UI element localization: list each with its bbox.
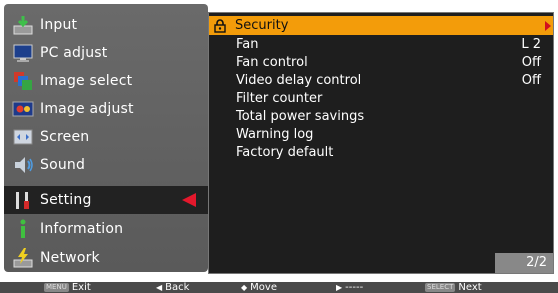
submenu-item-fan[interactable]: Fan L 2 [209,35,553,54]
menu-item-input[interactable]: Input [4,11,208,39]
exit-label: Exit [71,282,91,293]
submenu-item-label: Warning log [236,127,314,142]
move-hint[interactable]: ◆ Move [241,282,277,293]
sound-icon [15,157,33,173]
submenu-item-filter-counter[interactable]: Filter counter [209,89,553,108]
submenu-item-value: Off [521,55,541,70]
exit-hint[interactable]: MENU Exit [44,282,91,293]
left-arrow-icon: ◀ [156,283,163,292]
menu-item-screen[interactable]: Screen [4,123,208,151]
submenu-item-label: Total power savings [236,109,365,124]
submenu-item-security[interactable]: Security [209,16,553,35]
submenu-item-factory-default[interactable]: Factory default [209,143,553,162]
right-label: ----- [345,282,364,293]
menu-item-information[interactable]: Information [4,215,208,243]
select-key-icon: SELECT [425,283,456,292]
submenu-panel: Security Fan L 2 Fan control Off Video d… [208,12,554,274]
network-icon [13,248,33,268]
menu-item-network[interactable]: Network [4,244,208,272]
right-arrow-icon: ▶ [336,283,343,292]
submenu-arrow-icon [545,21,551,31]
menu-item-image-adjust[interactable]: Image adjust [4,95,208,123]
menu-item-label: Image adjust [40,101,134,117]
main-menu: Input PC adjust Image select Image adjus… [4,4,216,272]
submenu-item-value: Off [521,73,541,88]
lock-icon [214,18,226,33]
page-indicator: 2/2 [495,253,553,273]
submenu-item-label: Security [235,18,289,33]
information-icon [20,219,26,238]
submenu-item-label: Factory default [236,145,334,160]
setting-icon [16,192,29,209]
submenu-item-label: Fan control [236,55,308,70]
up-down-arrow-icon: ◆ [241,283,248,292]
submenu-item-total-power-savings[interactable]: Total power savings [209,107,553,126]
menu-item-setting[interactable]: Setting [4,186,216,214]
pc-adjust-icon [13,44,33,62]
menu-item-label: Sound [40,157,86,173]
osd-menu: Input PC adjust Image select Image adjus… [0,0,558,293]
selection-arrow-icon [182,193,196,207]
back-hint[interactable]: ◀ Back [156,282,189,293]
button-guide-bar: MENU Exit ◀ Back ◆ Move ▶ ----- SELECT N… [0,282,558,293]
menu-item-label: Image select [40,73,133,89]
move-label: Move [250,282,277,293]
submenu-item-fan-control[interactable]: Fan control Off [209,53,553,72]
submenu-item-label: Filter counter [236,91,323,106]
menu-item-image-select[interactable]: Image select [4,67,208,95]
submenu-item-label: Video delay control [236,73,362,88]
menu-item-sound[interactable]: Sound [4,151,208,179]
menu-item-label: Information [40,221,124,237]
menu-item-label: Input [40,17,78,33]
menu-key-icon: MENU [44,283,69,292]
next-hint[interactable]: SELECT Next [425,282,482,293]
menu-item-label: Network [40,250,100,266]
back-label: Back [165,282,190,293]
right-hint[interactable]: ▶ ----- [336,282,363,293]
image-adjust-icon [12,101,34,117]
input-icon [13,16,33,35]
submenu-item-label: Fan [236,37,259,52]
image-select-icon [14,72,32,90]
submenu-item-value: L 2 [521,37,541,52]
menu-item-pc-adjust[interactable]: PC adjust [4,39,208,67]
screen-icon [13,129,33,145]
menu-item-label: Screen [40,129,90,145]
next-label: Next [458,282,482,293]
submenu-item-video-delay-control[interactable]: Video delay control Off [209,71,553,90]
menu-item-label: PC adjust [40,45,108,61]
menu-item-label: Setting [40,192,92,208]
submenu-item-warning-log[interactable]: Warning log [209,125,553,144]
